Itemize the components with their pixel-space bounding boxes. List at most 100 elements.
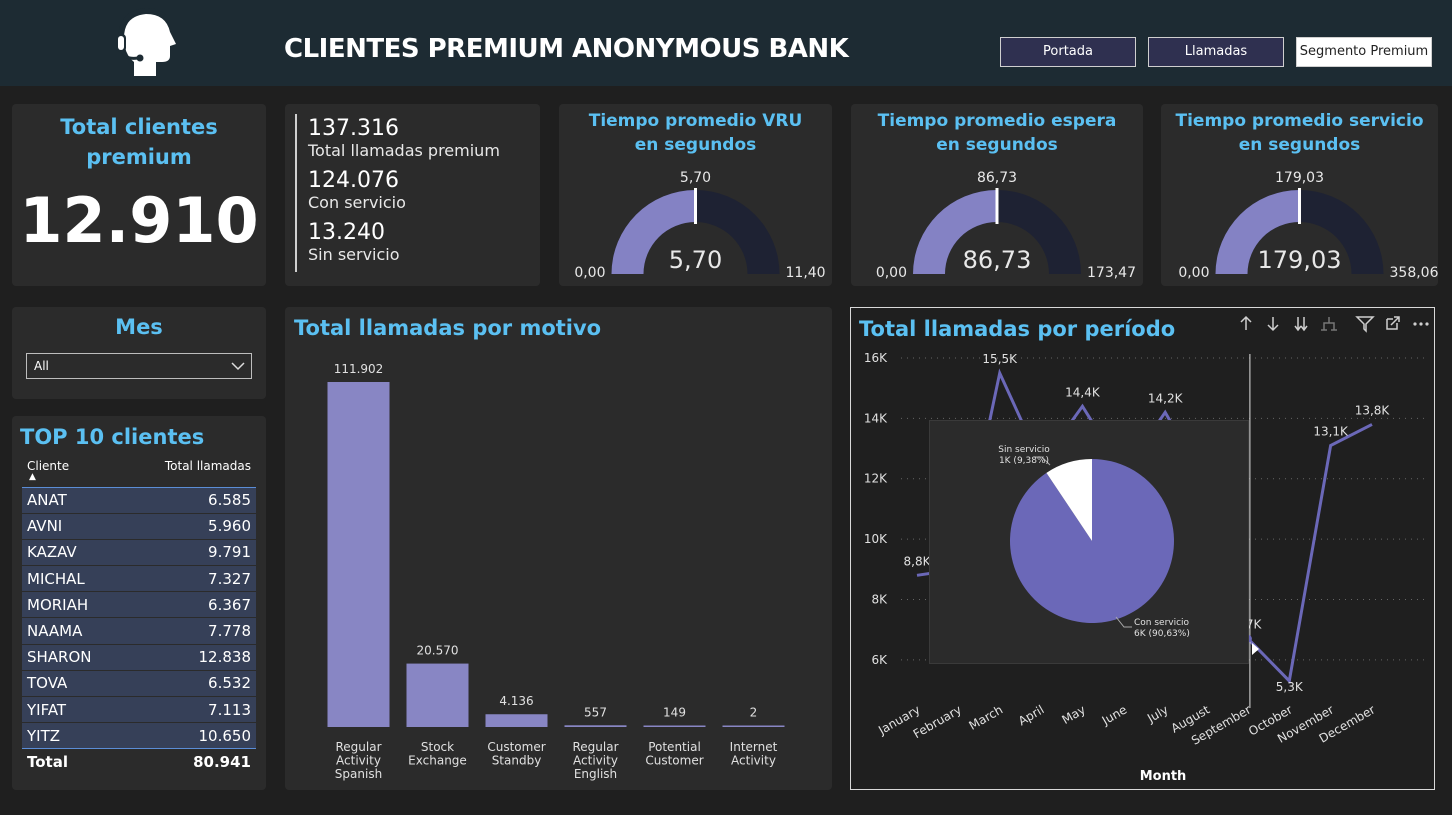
- table-row[interactable]: KAZAV 9.791: [22, 539, 256, 566]
- gauge-title: Tiempo promedio VRU en segundos: [588, 111, 803, 155]
- gauge-min-label: 0,00: [876, 265, 907, 281]
- top-clients-title: TOP 10 clientes: [20, 425, 205, 449]
- kpi-total-clients-title: Total clientes premium: [60, 115, 218, 169]
- line-data-label: 13,8K: [1355, 403, 1391, 417]
- pie-chart: Sin servicio1K (9,38%) Con servicio6K (90…: [998, 445, 1190, 639]
- table-row[interactable]: MORIAH 6.367: [22, 591, 256, 618]
- gauge-target-label: 179,03: [1275, 170, 1324, 186]
- gauge-value-label: 5,70: [669, 246, 722, 274]
- total-calls-label: Total llamadas premium: [308, 141, 500, 160]
- gauge-value-label: 179,03: [1258, 246, 1342, 274]
- pie-slice-label: 6K (90,63%): [1134, 629, 1190, 639]
- nav-button-llamadas[interactable]: Llamadas: [1148, 37, 1284, 67]
- x-tick-label: June: [1099, 702, 1130, 728]
- x-tick-label: English: [574, 767, 617, 781]
- bar: [564, 725, 627, 727]
- y-tick-label: 14K: [864, 411, 888, 425]
- x-tick-label: Standby: [492, 754, 542, 768]
- gauge-title: Tiempo promedio espera en segundos: [877, 111, 1117, 155]
- x-tick-label: Customer: [645, 754, 703, 768]
- chevron-down-icon: [231, 362, 245, 371]
- client-calls-value: 6.585: [208, 491, 251, 510]
- bar-data-label: 20.570: [417, 644, 459, 658]
- gauge-value-label: 86,73: [963, 246, 1032, 274]
- bar-chart: 111.902RegularActivitySpanish20.570Stock…: [327, 362, 785, 781]
- gauge-chart: 179,03 179,03 0,00 358,06: [1178, 170, 1438, 281]
- month-slicer-title: Mes: [115, 315, 163, 339]
- line-data-label: 8,8K: [904, 554, 932, 568]
- total-value: 80.941: [193, 753, 251, 772]
- table-row[interactable]: MICHAL 7.327: [22, 565, 256, 592]
- bar-data-label: 557: [584, 705, 607, 719]
- client-name: SHARON: [27, 648, 92, 667]
- bar-data-label: 4.136: [499, 694, 533, 708]
- gauge-min-label: 0,00: [574, 265, 605, 281]
- nav-button-segmento-premium[interactable]: Segmento Premium: [1296, 37, 1432, 67]
- headset-support-icon: [116, 7, 176, 76]
- bar-data-label: 2: [750, 706, 758, 720]
- x-tick-label: Spanish: [335, 767, 382, 781]
- gauge-card-servicio: Tiempo promedio servicio en segundos 179…: [1161, 104, 1438, 286]
- table-row[interactable]: SHARON 12.838: [22, 644, 256, 671]
- page-title: CLIENTES PREMIUM ANONYMOUS BANK: [284, 34, 849, 64]
- pie-slice-name: Con servicio: [1134, 618, 1190, 628]
- table-row[interactable]: YITZ 10.650: [22, 722, 256, 749]
- bar-data-label: 111.902: [334, 362, 384, 376]
- client-calls-value: 5.960: [208, 517, 251, 536]
- x-tick-label: Potential: [648, 740, 701, 754]
- gauge-card-espera: Tiempo promedio espera en segundos 86,73…: [851, 104, 1143, 286]
- client-name: MICHAL: [27, 569, 85, 588]
- calls-by-reason-card: Total llamadas por motivo 111.902 Regular…: [285, 307, 832, 790]
- x-tick-label: March: [967, 702, 1006, 732]
- nav-button-portada[interactable]: Portada: [1000, 37, 1136, 67]
- bar: [643, 725, 706, 727]
- total-label: Total: [27, 753, 68, 772]
- report-header: CLIENTES PREMIUM ANONYMOUS BANK Portada …: [0, 0, 1452, 86]
- table-row[interactable]: NAAMA 7.778: [22, 617, 256, 645]
- month-dropdown[interactable]: All: [26, 353, 252, 379]
- client-calls-value: 6.367: [208, 595, 251, 614]
- gauge-title: Tiempo promedio servicio en segundos: [1175, 111, 1424, 155]
- month-slicer-card: Mes All: [12, 307, 266, 399]
- calls-without-service-value: 13.240: [308, 220, 385, 245]
- y-tick-label: 6K: [871, 653, 888, 667]
- calls-stats-card: 137.316 Total llamadas premium 124.076 C…: [285, 104, 540, 286]
- table-row[interactable]: ANAT 6.585: [22, 487, 256, 514]
- x-tick-label: Regular: [572, 740, 618, 754]
- bar: [406, 663, 469, 727]
- client-calls-value: 6.532: [208, 674, 251, 693]
- column-header-client[interactable]: Cliente ▲: [22, 457, 154, 487]
- client-calls-value: 9.791: [208, 543, 251, 562]
- gauge-max-label: 11,40: [786, 265, 826, 281]
- column-header-total-calls[interactable]: Total llamadas: [154, 457, 256, 487]
- x-tick-label: Customer: [487, 740, 545, 754]
- table-row[interactable]: YIFAT 7.113: [22, 696, 256, 723]
- client-name: TOVA: [27, 674, 68, 693]
- x-axis-title: Month: [1140, 769, 1187, 784]
- gauge-target-label: 5,70: [680, 170, 711, 186]
- x-tick-label: Activity: [573, 754, 618, 768]
- x-tick-label: Stock: [421, 740, 454, 754]
- y-tick-label: 10K: [864, 532, 888, 546]
- client-name: KAZAV: [27, 543, 77, 562]
- top-clients-table: Cliente ▲ Total llamadas ANAT 6.585 AVNI 5.9…: [22, 457, 256, 776]
- bar: [485, 714, 548, 727]
- gauge-target-label: 86,73: [977, 170, 1017, 186]
- table-row[interactable]: TOVA 6.532: [22, 670, 256, 697]
- gauge-chart: 5,70 5,70 0,00 11,40: [574, 170, 826, 281]
- gauge-chart: 86,73 86,73 0,00 173,47: [876, 170, 1136, 281]
- gauge-card-vru: Tiempo promedio VRU en segundos 5,70 5,70…: [559, 104, 832, 286]
- calls-by-period-card: Total llamadas por período 16K 14K 12K 10K 8…: [850, 307, 1435, 790]
- line-data-label: 15,5K: [982, 352, 1018, 366]
- bar-data-label: 149: [663, 706, 686, 720]
- line-data-label: 5,3K: [1276, 680, 1304, 694]
- table-row[interactable]: AVNI 5.960: [22, 513, 256, 540]
- kpi-total-clients-card: Total clientes premium 12.910: [12, 104, 266, 286]
- x-tick-label: Regular: [335, 740, 381, 754]
- caret-right-icon: [1252, 643, 1259, 655]
- bar: [327, 382, 390, 727]
- x-tick-label: April: [1016, 702, 1047, 728]
- kpi-total-clients-value: 12.910: [19, 184, 259, 257]
- x-tick-label: Exchange: [408, 754, 467, 768]
- client-calls-value: 7.327: [208, 569, 251, 588]
